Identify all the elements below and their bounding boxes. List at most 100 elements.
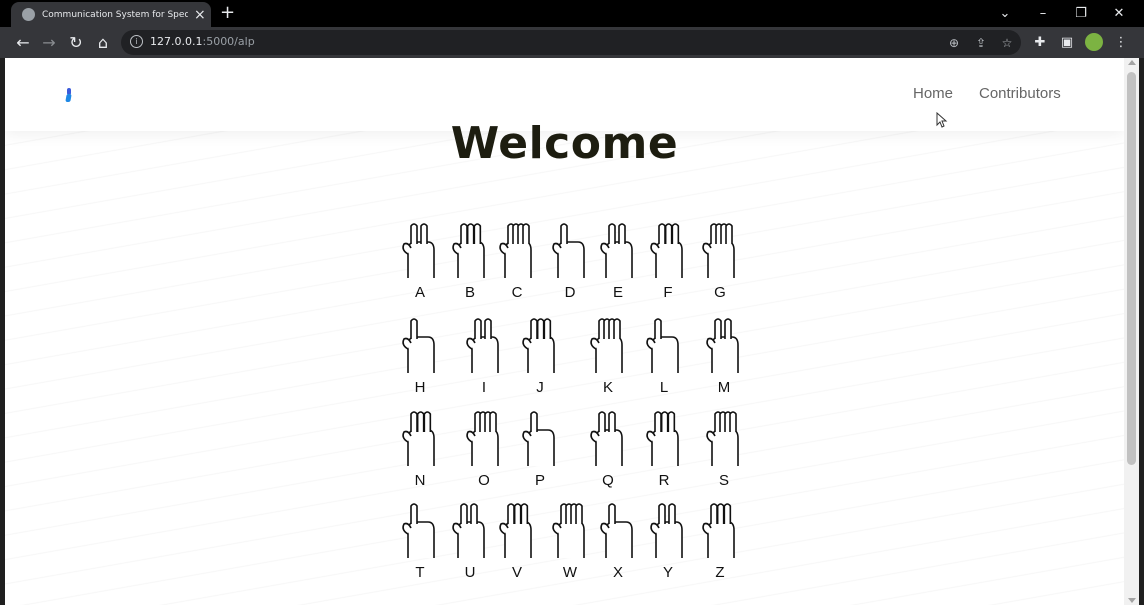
- profile-avatar[interactable]: [1084, 32, 1104, 52]
- sign-letter-label: R: [658, 472, 670, 489]
- browser-tab[interactable]: Communication System for Specially ×: [11, 2, 211, 27]
- hand-sign-h: H: [398, 315, 442, 396]
- sign-letter-label: L: [659, 379, 669, 396]
- hand-icon: [402, 223, 435, 278]
- hand-icon: [702, 503, 735, 558]
- hand-icon: [590, 411, 623, 466]
- hand-icon: [499, 503, 532, 558]
- hand-sign-t: T: [398, 500, 442, 581]
- home-icon[interactable]: ⌂: [92, 31, 114, 53]
- sign-letter-label: M: [717, 379, 731, 396]
- share-icon[interactable]: ⇪: [972, 34, 990, 52]
- zoom-icon[interactable]: ⊕: [945, 34, 963, 52]
- hand-sign-v: V: [495, 500, 539, 581]
- hand-icon: [466, 318, 499, 373]
- tab-title: Communication System for Specially: [42, 9, 188, 20]
- hand-icon: [600, 223, 633, 278]
- hand-sign-y: Y: [646, 500, 690, 581]
- hand-icon: [646, 411, 679, 466]
- sign-letter-label: A: [414, 284, 425, 301]
- back-icon[interactable]: ←: [12, 31, 34, 53]
- hand-sign-o: O: [462, 408, 506, 489]
- hand-icon: [702, 223, 735, 278]
- hand-icon: [600, 503, 633, 558]
- site-info-icon[interactable]: i: [130, 35, 143, 48]
- scrollbar-thumb[interactable]: [1127, 72, 1136, 465]
- hand-icon: [646, 318, 679, 373]
- sign-letter-label: U: [464, 564, 476, 581]
- hand-icon: [522, 411, 555, 466]
- hand-icon: [452, 223, 485, 278]
- hand-sign-l: L: [642, 315, 686, 396]
- sign-letter-label: T: [415, 564, 425, 581]
- sign-letter-label: O: [478, 472, 490, 489]
- nav-contributors[interactable]: Contributors: [979, 85, 1061, 102]
- menu-icon[interactable]: ⋮: [1111, 32, 1131, 52]
- sign-letter-label: S: [718, 472, 729, 489]
- hand-icon: [466, 411, 499, 466]
- hand-sign-a: A: [398, 220, 442, 301]
- hand-icon: [706, 318, 739, 373]
- hand-sign-e: E: [596, 220, 640, 301]
- sign-letter-label: B: [464, 284, 475, 301]
- sign-letter-label: F: [663, 284, 673, 301]
- nav-home[interactable]: Home: [913, 85, 953, 102]
- hand-sign-m: M: [702, 315, 746, 396]
- hand-sign-b: B: [448, 220, 492, 301]
- hand-sign-x: X: [596, 500, 640, 581]
- address-bar[interactable]: i 127.0.0.1:5000/alp ⊕ ⇪ ☆: [121, 30, 1021, 55]
- page-viewport: Home Contributors Welcome A B C D E F G H I J K L M N…: [5, 58, 1139, 605]
- reload-icon[interactable]: ↻: [65, 31, 87, 53]
- hand-icon: [402, 503, 435, 558]
- sign-letter-label: H: [414, 379, 426, 396]
- hand-sign-j: J: [518, 315, 562, 396]
- sign-letter-label: P: [534, 472, 545, 489]
- minimize-button[interactable]: –: [1024, 0, 1062, 27]
- hand-sign-w: W: [548, 500, 592, 581]
- sign-letter-label: W: [562, 564, 578, 581]
- close-window-button[interactable]: ✕: [1100, 0, 1138, 27]
- hand-sign-p: P: [518, 408, 562, 489]
- scroll-down-icon[interactable]: [1128, 598, 1136, 603]
- hand-icon: [402, 411, 435, 466]
- hand-icon: [590, 318, 623, 373]
- sign-letter-label: X: [612, 564, 623, 581]
- side-panel-icon[interactable]: ▣: [1057, 32, 1077, 52]
- sign-letter-label: Y: [662, 564, 673, 581]
- sign-letter-label: N: [414, 472, 426, 489]
- sign-letter-label: K: [602, 379, 613, 396]
- sign-letter-label: G: [714, 284, 726, 301]
- hand-icon: [522, 318, 555, 373]
- bookmark-star-icon[interactable]: ☆: [998, 34, 1016, 52]
- hand-icon: [552, 503, 585, 558]
- hand-icon: [402, 318, 435, 373]
- sign-letter-label: V: [511, 564, 522, 581]
- asl-alphabet-chart: A B C D E F G H I J K L M N O P Q R S T U V W X Y Z: [388, 220, 748, 600]
- hand-sign-u: U: [448, 500, 492, 581]
- sign-letter-label: C: [511, 284, 523, 301]
- maximize-button[interactable]: ❐: [1062, 0, 1100, 27]
- hand-sign-k: K: [586, 315, 630, 396]
- sign-letter-label: I: [481, 379, 487, 396]
- extensions-icon[interactable]: ✚: [1030, 32, 1050, 52]
- sign-letter-label: J: [536, 379, 544, 396]
- address-url[interactable]: 127.0.0.1:5000/alp: [150, 35, 255, 48]
- tab-search-icon[interactable]: ⌄: [986, 0, 1024, 27]
- site-logo[interactable]: [65, 88, 72, 102]
- sign-letter-label: E: [612, 284, 623, 301]
- new-tab-button[interactable]: +: [220, 2, 235, 24]
- hand-sign-d: D: [548, 220, 592, 301]
- sign-letter-label: D: [564, 284, 576, 301]
- hand-sign-s: S: [702, 408, 746, 489]
- hand-sign-n: N: [398, 408, 442, 489]
- page-title: Welcome: [450, 118, 679, 169]
- hand-icon: [650, 503, 683, 558]
- page-scrollbar[interactable]: [1124, 58, 1139, 605]
- scroll-up-icon[interactable]: [1128, 60, 1136, 65]
- close-tab-icon[interactable]: ×: [194, 8, 206, 22]
- hand-sign-q: Q: [586, 408, 630, 489]
- hand-icon: [706, 411, 739, 466]
- forward-icon[interactable]: →: [38, 31, 60, 53]
- sign-letter-label: Z: [715, 564, 725, 581]
- hand-sign-f: F: [646, 220, 690, 301]
